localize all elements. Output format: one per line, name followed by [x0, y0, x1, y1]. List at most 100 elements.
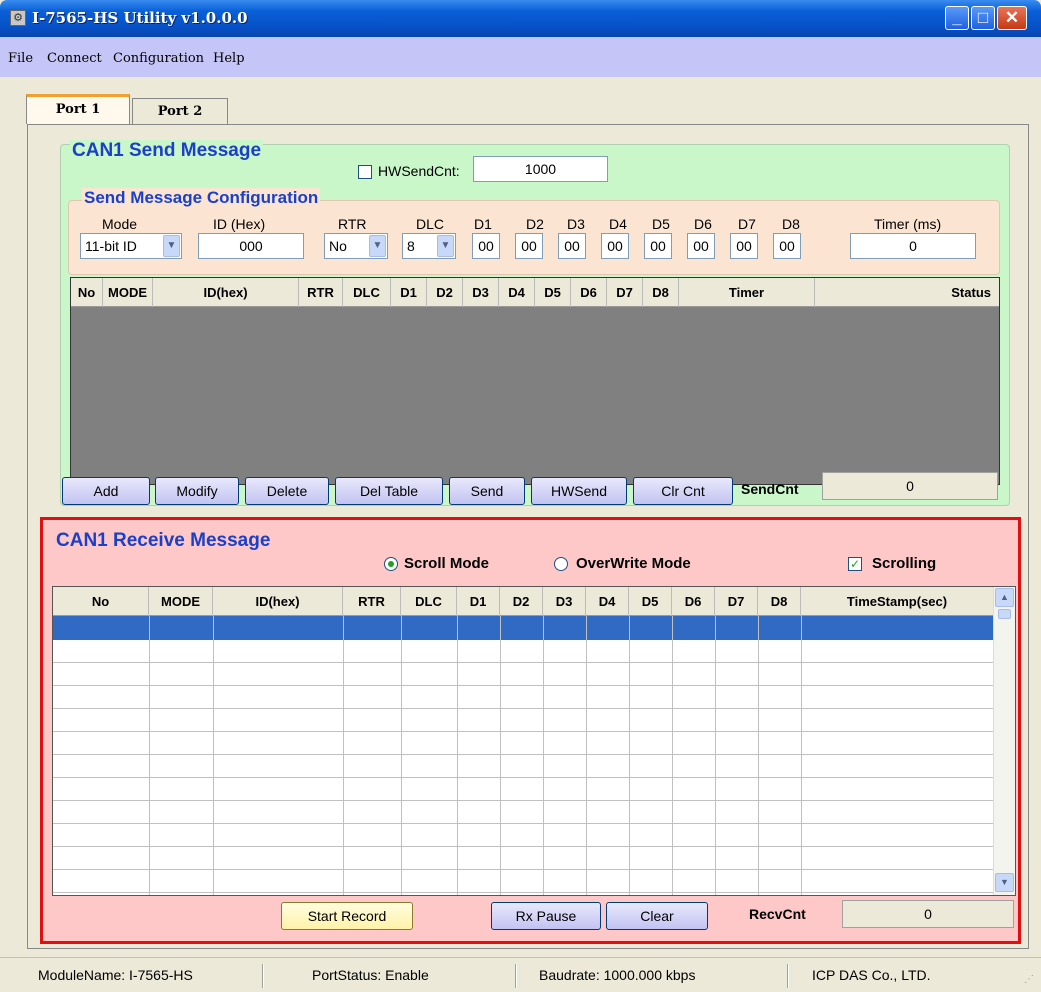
delete-button[interactable]: Delete [245, 477, 329, 505]
menu-file[interactable]: File [8, 51, 33, 66]
table-row[interactable] [53, 686, 993, 709]
send-col-d3[interactable]: D3 [463, 278, 499, 307]
menu-configuration[interactable]: Configuration [113, 51, 204, 66]
table-row[interactable] [53, 801, 993, 824]
table-row[interactable] [53, 732, 993, 755]
hwsendcnt-input[interactable]: 1000 [473, 156, 608, 182]
d3-input[interactable]: 00 [558, 233, 586, 259]
d4-input[interactable]: 00 [601, 233, 629, 259]
recv-col-dlc[interactable]: DLC [401, 587, 457, 616]
recv-col-timestamp[interactable]: TimeStamp(sec) [801, 587, 993, 616]
timer-input[interactable]: 0 [850, 233, 976, 259]
hwsend-button[interactable]: HWSend [531, 477, 627, 505]
send-col-id[interactable]: ID(hex) [153, 278, 299, 307]
d6-label: D6 [694, 216, 712, 232]
receive-scrollbar[interactable]: ▲ ▼ [993, 587, 1015, 895]
recv-col-d7[interactable]: D7 [715, 587, 758, 616]
grid-column-line [343, 616, 344, 895]
clear-button[interactable]: Clear [606, 902, 708, 930]
recv-col-no[interactable]: No [53, 587, 149, 616]
recv-col-d8[interactable]: D8 [758, 587, 801, 616]
send-col-d1[interactable]: D1 [391, 278, 427, 307]
d2-input[interactable]: 00 [515, 233, 543, 259]
add-button[interactable]: Add [62, 477, 150, 505]
d3-label: D3 [567, 216, 585, 232]
selected-row[interactable] [53, 616, 993, 640]
menu-help[interactable]: Help [213, 51, 245, 66]
rtr-label: RTR [338, 216, 367, 232]
send-col-mode[interactable]: MODE [103, 278, 153, 307]
chevron-down-icon: ▼ [163, 235, 180, 257]
menu-connect[interactable]: Connect [47, 51, 102, 66]
del-table-button[interactable]: Del Table [335, 477, 443, 505]
grid-column-line [149, 616, 150, 895]
table-row[interactable] [53, 755, 993, 778]
table-row[interactable] [53, 847, 993, 870]
recv-col-d5[interactable]: D5 [629, 587, 672, 616]
scrolling-checkbox[interactable]: ✓ [848, 557, 862, 571]
d5-input[interactable]: 00 [644, 233, 672, 259]
table-row[interactable] [53, 709, 993, 732]
modify-button[interactable]: Modify [155, 477, 239, 505]
send-table[interactable] [70, 277, 1000, 485]
scroll-down-icon[interactable]: ▼ [995, 873, 1014, 892]
d1-label: D1 [474, 216, 492, 232]
recv-col-rtr[interactable]: RTR [343, 587, 401, 616]
close-button[interactable]: ✕ [997, 6, 1027, 30]
grid-column-line [715, 616, 716, 895]
dlc-select[interactable]: 8 ▼ [402, 233, 456, 259]
recv-col-id[interactable]: ID(hex) [213, 587, 343, 616]
recv-col-d6[interactable]: D6 [672, 587, 715, 616]
table-row[interactable] [53, 870, 993, 893]
overwrite-mode-radio[interactable] [554, 557, 568, 571]
maximize-button[interactable]: □ [971, 6, 995, 30]
scroll-up-icon[interactable]: ▲ [995, 588, 1014, 607]
table-row[interactable] [53, 640, 993, 663]
tab-port-1[interactable]: Port 1 [26, 94, 130, 124]
send-col-dlc[interactable]: DLC [343, 278, 391, 307]
d1-input[interactable]: 00 [472, 233, 500, 259]
start-record-button[interactable]: Start Record [281, 902, 413, 930]
send-col-timer[interactable]: Timer [679, 278, 815, 307]
d6-input[interactable]: 00 [687, 233, 715, 259]
dlc-label: DLC [416, 216, 445, 232]
hwsendcnt-checkbox[interactable] [358, 165, 372, 179]
clr-cnt-button[interactable]: Clr Cnt [633, 477, 733, 505]
send-col-status[interactable]: Status [815, 278, 999, 307]
table-row[interactable] [53, 663, 993, 686]
id-input[interactable]: 000 [198, 233, 304, 259]
d7-input[interactable]: 00 [730, 233, 758, 259]
recv-col-d3[interactable]: D3 [543, 587, 586, 616]
recv-col-d2[interactable]: D2 [500, 587, 543, 616]
send-table-header: No MODE ID(hex) RTR DLC D1 D2 D3 D4 D5 D… [71, 278, 999, 307]
scroll-mode-radio[interactable] [384, 557, 398, 571]
send-col-d6[interactable]: D6 [571, 278, 607, 307]
status-divider [262, 964, 264, 988]
minimize-button[interactable]: _ [945, 6, 969, 30]
send-col-d5[interactable]: D5 [535, 278, 571, 307]
rx-pause-button[interactable]: Rx Pause [491, 902, 601, 930]
send-button[interactable]: Send [449, 477, 525, 505]
title-bar[interactable]: ⚙ I-7565-HS Utility v1.0.0.0 _ □ ✕ [0, 0, 1041, 37]
recv-col-d4[interactable]: D4 [586, 587, 629, 616]
scroll-thumb[interactable] [998, 609, 1011, 619]
resize-grip-icon[interactable]: ⋰ [1024, 974, 1034, 985]
status-bar: ModuleName: I-7565-HS PortStatus: Enable… [0, 957, 1041, 992]
send-col-no[interactable]: No [71, 278, 103, 307]
send-col-d7[interactable]: D7 [607, 278, 643, 307]
receive-table-header: No MODE ID(hex) RTR DLC D1 D2 D3 D4 D5 D… [53, 587, 993, 616]
rtr-select[interactable]: No ▼ [324, 233, 388, 259]
scrolling-label: Scrolling [872, 555, 937, 572]
receive-table[interactable]: No MODE ID(hex) RTR DLC D1 D2 D3 D4 D5 D… [52, 586, 1016, 896]
recv-col-mode[interactable]: MODE [149, 587, 213, 616]
table-row[interactable] [53, 778, 993, 801]
send-col-d8[interactable]: D8 [643, 278, 679, 307]
table-row[interactable] [53, 824, 993, 847]
send-col-rtr[interactable]: RTR [299, 278, 343, 307]
recv-col-d1[interactable]: D1 [457, 587, 500, 616]
mode-select[interactable]: 11-bit ID ▼ [80, 233, 182, 259]
send-col-d4[interactable]: D4 [499, 278, 535, 307]
tab-port-2[interactable]: Port 2 [132, 98, 228, 126]
send-col-d2[interactable]: D2 [427, 278, 463, 307]
d8-input[interactable]: 00 [773, 233, 801, 259]
